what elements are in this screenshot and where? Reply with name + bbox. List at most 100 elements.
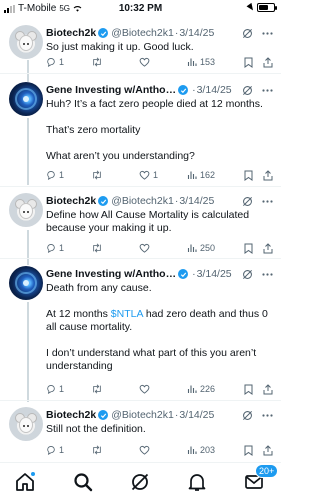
tweet[interactable]: Biotech2k @Biotech2k1 · 3/14/25 Still no… [0, 404, 281, 460]
grok-icon[interactable] [242, 28, 253, 39]
divider [0, 186, 281, 187]
verified-badge-icon [98, 410, 109, 420]
tweet[interactable]: Biotech2k @Biotech2k1 · 3/14/25 Define h… [0, 190, 281, 258]
grok-icon[interactable] [242, 410, 253, 421]
status-bar: T-Mobile 5G 10:32 PM [0, 0, 281, 18]
like-button[interactable] [139, 384, 187, 394]
views-button[interactable]: 226 [187, 384, 237, 394]
more-icon[interactable] [262, 88, 273, 92]
retweet-button[interactable] [91, 384, 139, 394]
more-icon[interactable] [262, 31, 273, 35]
bookmark-icon[interactable] [244, 445, 253, 456]
bookmark-icon[interactable] [244, 243, 253, 254]
divider [0, 258, 281, 259]
reply-icon [47, 385, 55, 394]
tweet-date[interactable]: 3/14/25 [197, 84, 232, 96]
tweet-header: Biotech2k @Biotech2k1 · 3/14/25 [46, 194, 273, 208]
cashtag-link[interactable]: $NTLA [111, 308, 143, 320]
mouse-avatar[interactable] [9, 193, 43, 227]
retweet-button[interactable] [91, 243, 139, 253]
reply-button[interactable]: 1 [46, 170, 91, 180]
tweet-text: Define how All Cause Mortality is calcul… [46, 209, 253, 234]
reply-count: 1 [59, 384, 65, 394]
reply-count: 1 [59, 445, 65, 455]
more-icon[interactable] [262, 199, 273, 203]
like-button[interactable] [139, 243, 187, 253]
reply-button[interactable]: 1 [46, 57, 91, 67]
view-count: 226 [200, 384, 216, 394]
view-count: 203 [200, 445, 216, 455]
search-button[interactable] [72, 471, 94, 493]
gene-avatar[interactable] [9, 266, 43, 300]
share-icon[interactable] [263, 56, 273, 68]
reply-button[interactable]: 1 [46, 243, 91, 253]
views-icon [187, 171, 197, 179]
views-button[interactable]: 162 [187, 170, 237, 180]
more-icon[interactable] [262, 413, 273, 417]
tweet[interactable]: Gene Investing w/Antho… · 3/14/25 Huh? I… [0, 78, 281, 186]
like-button[interactable]: 1 [139, 170, 187, 180]
grok-icon [131, 473, 149, 491]
verified-badge-icon [98, 196, 109, 206]
verified-badge-icon [178, 85, 189, 95]
tweet-date[interactable]: 3/14/25 [197, 268, 232, 280]
retweet-button[interactable] [91, 57, 139, 67]
share-icon[interactable] [263, 444, 273, 456]
gene-avatar[interactable] [9, 82, 43, 116]
author-handle[interactable]: @Biotech2k1 [111, 195, 174, 207]
retweet-button[interactable] [91, 445, 139, 455]
author-name[interactable]: Biotech2k [46, 195, 96, 207]
tweet-date[interactable]: 3/14/25 [179, 27, 214, 39]
views-button[interactable]: 250 [187, 243, 237, 253]
views-icon [187, 244, 197, 252]
grok-icon[interactable] [242, 269, 253, 280]
share-icon[interactable] [263, 383, 273, 395]
tweet-date[interactable]: 3/14/25 [179, 409, 214, 421]
author-name[interactable]: Biotech2k [46, 27, 96, 39]
views-icon [187, 385, 197, 393]
views-button[interactable]: 203 [187, 445, 237, 455]
more-icon[interactable] [262, 272, 273, 276]
views-button[interactable]: 153 [187, 57, 237, 67]
retweet-icon [93, 384, 101, 394]
tweet[interactable]: Gene Investing w/Antho… · 3/14/25 Death … [0, 262, 281, 397]
bookmark-icon[interactable] [244, 57, 253, 68]
heart-icon [139, 243, 150, 253]
retweet-icon [93, 445, 101, 455]
views-icon [187, 446, 197, 454]
bookmark-icon[interactable] [244, 170, 253, 181]
heart-icon [139, 384, 150, 394]
author-name[interactable]: Gene Investing w/Antho… [46, 84, 176, 96]
divider [0, 400, 281, 401]
bookmark-icon[interactable] [244, 384, 253, 395]
reply-icon [47, 58, 55, 67]
retweet-button[interactable] [91, 170, 139, 180]
reply-count: 1 [59, 243, 65, 253]
notifications-button[interactable] [186, 471, 208, 493]
battery-icon [257, 3, 277, 12]
messages-button[interactable]: 20+ [243, 464, 279, 493]
home-button[interactable] [14, 471, 36, 493]
author-handle[interactable]: @Biotech2k1 [111, 409, 174, 421]
mouse-avatar[interactable] [9, 25, 43, 59]
reply-button[interactable]: 1 [46, 445, 91, 455]
author-name[interactable]: Gene Investing w/Antho… [46, 268, 176, 280]
grok-icon[interactable] [242, 85, 253, 96]
mouse-avatar[interactable] [9, 407, 43, 441]
like-button[interactable] [139, 57, 187, 67]
view-count: 153 [200, 57, 216, 67]
retweet-icon [93, 170, 101, 180]
tweet[interactable]: Biotech2k @Biotech2k1 · 3/14/25 So just … [0, 22, 281, 72]
grok-icon[interactable] [242, 196, 253, 207]
grok-button[interactable] [129, 471, 151, 493]
share-icon[interactable] [263, 242, 273, 254]
author-name[interactable]: Biotech2k [46, 409, 96, 421]
author-handle[interactable]: @Biotech2k1 [111, 27, 174, 39]
view-count: 250 [200, 243, 216, 253]
reply-icon [47, 446, 55, 455]
tweet-date[interactable]: 3/14/25 [179, 195, 214, 207]
reply-button[interactable]: 1 [46, 384, 91, 394]
share-icon[interactable] [263, 169, 273, 181]
like-button[interactable] [139, 445, 187, 455]
like-count: 1 [153, 170, 159, 180]
